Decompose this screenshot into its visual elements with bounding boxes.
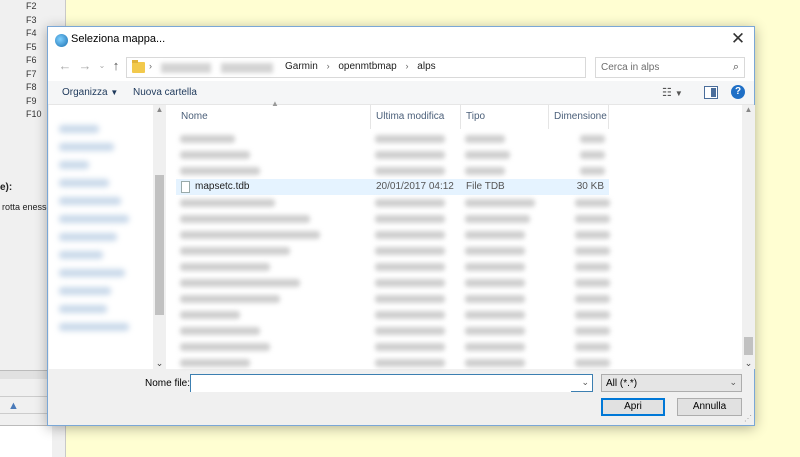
redacted-path-segment bbox=[161, 63, 211, 73]
file-name-label: Nome file: bbox=[145, 378, 191, 389]
list-item-redacted[interactable] bbox=[180, 279, 610, 288]
chevron-down-icon[interactable]: ⌄ bbox=[581, 377, 589, 388]
up-arrow-icon[interactable]: ↑ bbox=[108, 58, 124, 74]
folder-icon bbox=[132, 60, 145, 73]
title-bar: Seleziona mappa... ✕ bbox=[48, 27, 754, 53]
back-arrow-icon[interactable]: ← bbox=[57, 58, 73, 74]
column-header-date[interactable]: Ultima modifica bbox=[371, 105, 461, 129]
navigation-tree-redacted bbox=[59, 125, 149, 355]
open-button[interactable]: Apri bbox=[601, 398, 665, 416]
chevron-down-icon: ▼ bbox=[110, 88, 119, 97]
close-button[interactable]: ✕ bbox=[728, 30, 748, 50]
flask-icon[interactable]: ▲ bbox=[8, 400, 20, 412]
scroll-down-icon[interactable]: ⌄ bbox=[153, 358, 166, 369]
chevron-down-icon: ⌄ bbox=[729, 377, 737, 387]
address-bar[interactable]: › Garmin › openmtbmap › alps ⌄ ↻ bbox=[126, 57, 664, 78]
preview-pane-icon[interactable] bbox=[704, 86, 718, 99]
list-item-redacted[interactable] bbox=[180, 135, 610, 144]
scroll-up-icon[interactable]: ▲ bbox=[153, 105, 166, 114]
fkey-label: F7 bbox=[26, 68, 37, 79]
list-item-redacted[interactable] bbox=[180, 343, 610, 352]
fkey-label: F6 bbox=[26, 55, 37, 65]
file-name: mapsetc.tdb bbox=[195, 181, 250, 192]
list-item-redacted[interactable] bbox=[180, 215, 610, 224]
list-item-redacted[interactable] bbox=[180, 167, 610, 176]
filter-value: All (*.*) bbox=[606, 378, 638, 389]
file-list-scrollbar[interactable]: ▲ ⌄ bbox=[742, 105, 755, 369]
search-placeholder: Cerca in alps bbox=[601, 62, 660, 73]
app-icon bbox=[55, 34, 68, 47]
open-file-dialog: Seleziona mappa... ✕ ← → ⌄ ↑ › Garmin › … bbox=[47, 26, 755, 426]
organize-label: Organizza bbox=[62, 87, 108, 98]
scroll-down-icon[interactable]: ⌄ bbox=[742, 358, 755, 369]
fkey-label: F9 bbox=[26, 95, 37, 106]
navigation-pane: ▲ ⌄ bbox=[49, 105, 166, 369]
search-icon: ⌕ bbox=[732, 61, 739, 73]
list-item-redacted[interactable] bbox=[180, 263, 610, 272]
fkey-label: F10 bbox=[26, 109, 42, 119]
scrollbar-thumb[interactable] bbox=[744, 337, 753, 355]
breadcrumb-item[interactable]: Garmin bbox=[285, 61, 318, 72]
file-size: 30 KB bbox=[576, 181, 604, 192]
dialog-title: Seleziona mappa... bbox=[71, 33, 166, 45]
list-item-redacted[interactable] bbox=[180, 311, 610, 320]
chevron-right-icon[interactable]: › bbox=[327, 61, 330, 71]
new-folder-button[interactable]: Nuova cartella bbox=[133, 87, 197, 98]
file-type: File TDB bbox=[466, 181, 505, 192]
column-header-type[interactable]: Tipo bbox=[461, 105, 549, 129]
file-name-field[interactable]: ⌄ bbox=[190, 374, 593, 392]
fkey-label: F8 bbox=[26, 82, 37, 92]
chevron-right-icon[interactable]: › bbox=[149, 61, 152, 71]
scrollbar-thumb[interactable] bbox=[155, 175, 164, 315]
fkey-label: F2 bbox=[26, 1, 37, 11]
background-label-text: rotta enesse bbox=[2, 202, 52, 212]
file-type-filter-select[interactable]: All (*.*) ⌄ bbox=[601, 374, 742, 392]
list-item-redacted[interactable] bbox=[180, 295, 610, 304]
column-header-size[interactable]: Dimensione bbox=[549, 105, 609, 129]
background-scrollbar bbox=[0, 370, 52, 379]
background-label-bold: e): bbox=[0, 182, 13, 193]
file-name-input[interactable] bbox=[191, 375, 571, 392]
scroll-up-icon[interactable]: ▲ bbox=[742, 105, 755, 114]
list-item-redacted[interactable] bbox=[180, 199, 610, 208]
forward-arrow-icon[interactable]: → bbox=[77, 58, 93, 74]
file-icon bbox=[181, 181, 190, 193]
resize-grip-icon[interactable]: ⋰ bbox=[744, 414, 752, 423]
list-item-redacted[interactable] bbox=[180, 327, 610, 336]
list-item-redacted[interactable] bbox=[180, 247, 610, 256]
background-panel bbox=[0, 425, 52, 457]
redacted-path-segment bbox=[221, 63, 273, 73]
view-options-icon[interactable]: ☷ ▼ bbox=[662, 86, 692, 100]
cancel-button[interactable]: Annulla bbox=[677, 398, 742, 416]
organize-button[interactable]: Organizza ▼ bbox=[62, 87, 118, 98]
chevron-right-icon[interactable]: › bbox=[406, 61, 409, 71]
list-item-selected[interactable]: mapsetc.tdb 20/01/2017 04:12 File TDB 30… bbox=[176, 179, 609, 195]
fkey-label: F5 bbox=[26, 41, 37, 52]
list-item-redacted[interactable] bbox=[180, 151, 610, 160]
search-input[interactable]: Cerca in alps ⌕ bbox=[595, 57, 745, 78]
command-bar: Organizza ▼ Nuova cartella ☷ ▼ ? bbox=[48, 81, 754, 105]
navigation-scrollbar[interactable]: ▲ ⌄ bbox=[153, 105, 166, 369]
file-date: 20/01/2017 04:12 bbox=[376, 181, 454, 192]
list-item-redacted[interactable] bbox=[180, 231, 610, 240]
list-item-redacted[interactable] bbox=[180, 359, 610, 368]
fkey-label: F3 bbox=[26, 14, 37, 25]
background-toolbar: ▲ bbox=[0, 396, 52, 414]
breadcrumb: Garmin › openmtbmap › alps bbox=[285, 61, 442, 72]
fkey-label: F4 bbox=[26, 28, 37, 38]
column-header-name[interactable]: Nome bbox=[176, 105, 371, 129]
file-list: ▲ Nome Ultima modifica Tipo Dimensione m… bbox=[166, 99, 755, 369]
breadcrumb-item[interactable]: alps bbox=[417, 61, 435, 72]
navigation-row: ← → ⌄ ↑ › Garmin › openmtbmap › alps ⌄ ↻… bbox=[48, 53, 754, 81]
function-key-list: F2 F3 F4 F5 F6 F7 F8 F9 F10 bbox=[26, 0, 42, 122]
help-icon[interactable]: ? bbox=[731, 85, 745, 99]
breadcrumb-item[interactable]: openmtbmap bbox=[338, 61, 396, 72]
